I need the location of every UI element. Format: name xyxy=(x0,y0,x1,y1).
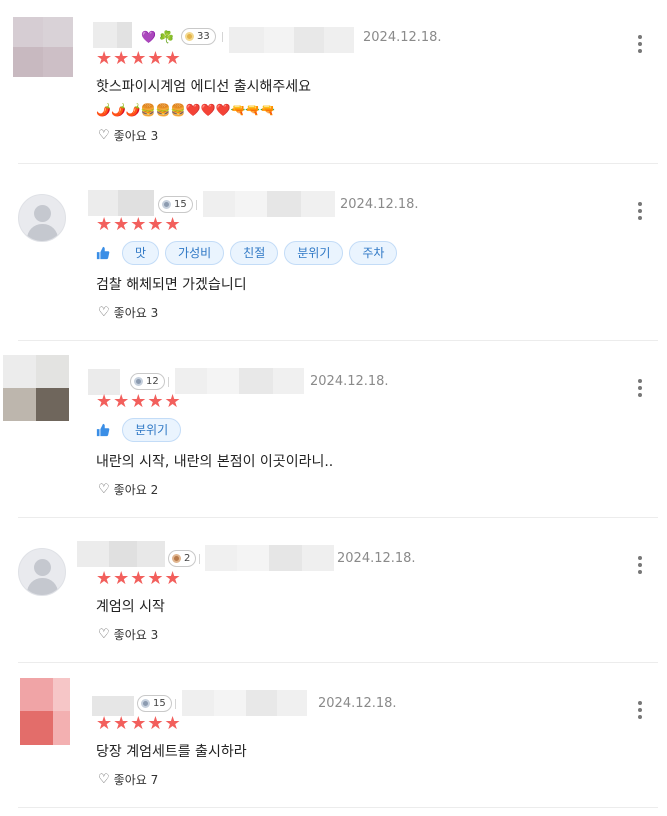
star-rating: ★★★★★ xyxy=(96,391,182,412)
tag-taste[interactable]: 맛 xyxy=(122,241,160,265)
level-badge-icon xyxy=(185,32,194,41)
review-item: 2 2024.12.18. ★★★★★ 계엄의 시작 ♡ 좋아요 3 xyxy=(0,518,667,662)
level-count: 33 xyxy=(197,31,210,42)
tag-atmosphere[interactable]: 분위기 xyxy=(122,418,182,442)
review-date: 2024.12.18. xyxy=(363,30,442,45)
heart-icon: ♡ xyxy=(98,627,110,642)
avatar[interactable] xyxy=(18,194,66,242)
thumbs-up-icon xyxy=(96,246,110,260)
level-badge-icon xyxy=(141,699,150,708)
avatar[interactable] xyxy=(20,678,70,745)
star-rating: ★★★★★ xyxy=(96,48,182,69)
level-badge: 15 xyxy=(158,196,193,213)
clover-icon: ☘️ xyxy=(159,30,174,44)
like-button[interactable]: ♡ 좋아요 3 xyxy=(98,128,158,144)
review-text: 당장 계엄세트를 출시하라 xyxy=(96,744,247,760)
review-text: 계엄의 시작 xyxy=(96,599,165,615)
review-date: 2024.12.18. xyxy=(340,197,419,212)
like-label: 좋아요 3 xyxy=(113,129,159,143)
like-label: 좋아요 7 xyxy=(113,773,159,787)
level-badge-icon xyxy=(172,554,181,563)
tag-parking[interactable]: 주차 xyxy=(349,241,398,265)
like-button[interactable]: ♡ 좋아요 3 xyxy=(98,627,158,643)
tag-value[interactable]: 가성비 xyxy=(165,241,225,265)
keyword-tags: 맛 가성비 친절 분위기 주차 xyxy=(96,241,398,265)
review-item: 15 2024.12.18. ★★★★★ 맛 가성비 친절 분위기 주차 검찰 … xyxy=(0,164,667,340)
review-emojis: 🌶️🌶️🌶️🍔🍔🍔❤️❤️❤️🔫🔫🔫 xyxy=(96,103,276,117)
level-badge: 33 xyxy=(181,28,216,45)
visit-info xyxy=(205,545,334,571)
more-vertical-icon[interactable] xyxy=(638,202,642,220)
tag-kindness[interactable]: 친절 xyxy=(230,241,279,265)
like-button[interactable]: ♡ 좋아요 7 xyxy=(98,772,158,788)
review-text: 핫스파이시계엄 에디선 출시해주세요 xyxy=(96,79,311,95)
divider xyxy=(175,699,176,709)
level-badge-icon xyxy=(134,377,143,386)
avatar[interactable] xyxy=(18,548,66,596)
divider xyxy=(199,554,200,564)
level-badge: 2 xyxy=(168,550,197,567)
heart-icon: ♡ xyxy=(98,482,110,497)
review-date: 2024.12.18. xyxy=(310,374,389,389)
heart-icon: ♡ xyxy=(98,772,110,787)
divider xyxy=(168,377,169,387)
purple-heart-icon: 💜 xyxy=(141,30,156,44)
review-date: 2024.12.18. xyxy=(337,551,416,566)
heart-icon: ♡ xyxy=(98,305,110,320)
review-text: 검찰 해체되면 가겠습니디 xyxy=(96,277,247,293)
avatar[interactable] xyxy=(3,355,69,421)
like-button[interactable]: ♡ 좋아요 3 xyxy=(98,305,158,321)
visit-info xyxy=(203,191,335,217)
like-button[interactable]: ♡ 좋아요 2 xyxy=(98,482,158,498)
author-name[interactable] xyxy=(77,541,165,567)
level-badge: 15 xyxy=(137,695,172,712)
star-rating: ★★★★★ xyxy=(96,568,182,589)
review-item: 12 2024.12.18. ★★★★★ 분위기 내란의 시작, 내란의 본점이… xyxy=(0,341,667,517)
heart-icon: ♡ xyxy=(98,128,110,143)
level-badge-icon xyxy=(162,200,171,209)
review-item: 15 2024.12.18. ★★★★★ 당장 계엄세트를 출시하라 ♡ 좋아요… xyxy=(0,663,667,808)
visit-info xyxy=(175,368,304,394)
level-count: 2 xyxy=(184,553,191,564)
visit-info xyxy=(229,27,354,53)
divider xyxy=(196,200,197,210)
level-count: 15 xyxy=(174,199,187,210)
more-vertical-icon[interactable] xyxy=(638,35,642,53)
visit-info xyxy=(182,690,307,716)
author-name[interactable] xyxy=(88,190,154,216)
review-date: 2024.12.18. xyxy=(318,696,397,711)
level-count: 15 xyxy=(153,698,166,709)
level-count: 12 xyxy=(146,376,159,387)
tag-atmosphere[interactable]: 분위기 xyxy=(284,241,344,265)
more-vertical-icon[interactable] xyxy=(638,556,642,574)
avatar[interactable] xyxy=(13,17,73,77)
more-vertical-icon[interactable] xyxy=(638,701,642,719)
keyword-tags: 분위기 xyxy=(96,418,182,442)
author-name[interactable] xyxy=(93,22,132,48)
more-vertical-icon[interactable] xyxy=(638,379,642,397)
thumbs-up-icon xyxy=(96,423,110,437)
like-label: 좋아요 2 xyxy=(113,483,159,497)
review-item: 💜 ☘️ 33 2024.12.18. ★★★★★ 핫스파이시계엄 에디선 출시… xyxy=(0,0,667,164)
separator xyxy=(18,807,658,808)
level-badge: 12 xyxy=(130,373,165,390)
star-rating: ★★★★★ xyxy=(96,214,182,235)
star-rating: ★★★★★ xyxy=(96,713,182,734)
like-label: 좋아요 3 xyxy=(113,628,159,642)
divider xyxy=(222,32,223,42)
review-text: 내란의 시작, 내란의 본점이 이곳이라니.. xyxy=(96,454,334,470)
like-label: 좋아요 3 xyxy=(113,306,159,320)
